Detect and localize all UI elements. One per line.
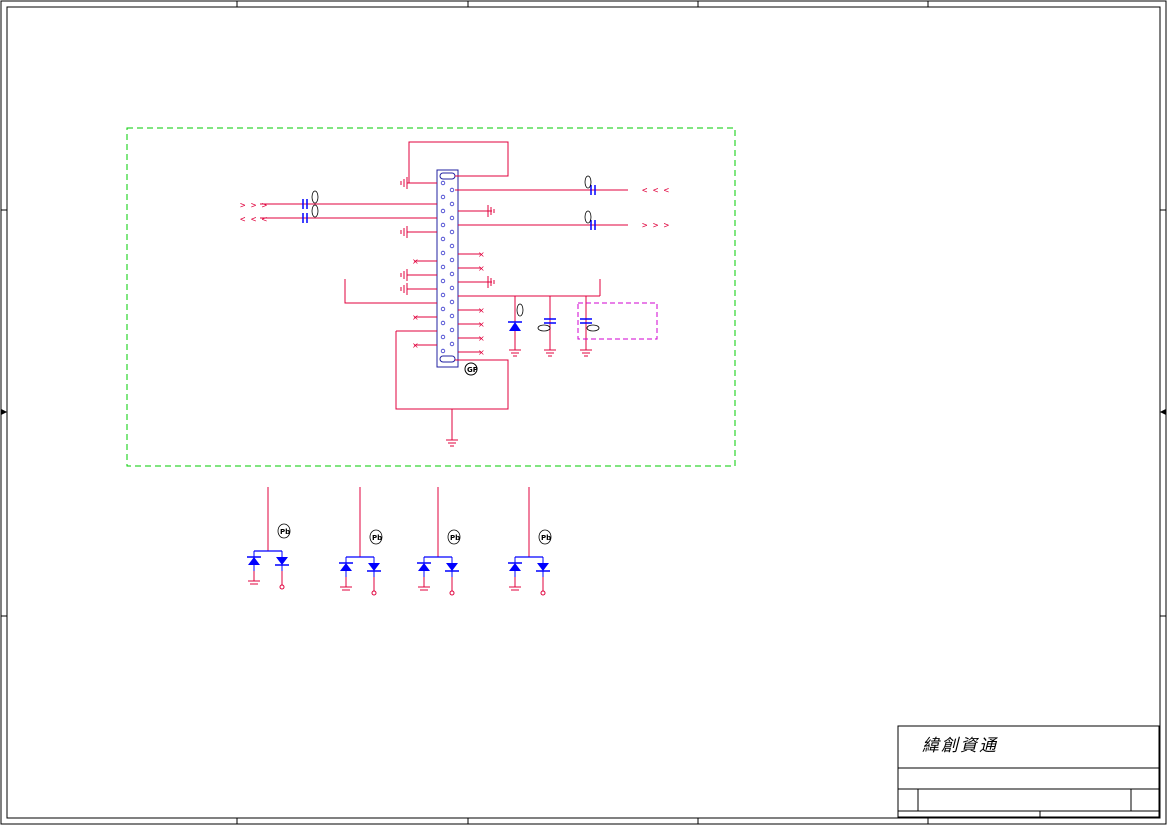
ground-icon	[400, 269, 437, 281]
gp-marker: GP	[464, 362, 478, 376]
connector-pin	[449, 187, 455, 193]
no-connect-mark: ×	[478, 250, 485, 259]
connector-pin	[440, 278, 446, 284]
port-arrow-in-right: > > >	[642, 221, 670, 231]
connector-pin	[440, 194, 446, 200]
ground-icon	[400, 283, 437, 295]
frame-zone-ticks	[1, 1, 1166, 824]
connector-pin	[440, 320, 446, 326]
schematic-sheet: 緯創資通 × × × × × × × × × GP > > > < < < < < < > > …	[0, 0, 1167, 825]
connector-pin	[449, 243, 455, 249]
connector-pin	[440, 222, 446, 228]
connector-pin	[440, 348, 446, 354]
connector-pin	[440, 236, 446, 242]
tvs-diode	[509, 322, 521, 331]
no-connect-mark: ×	[478, 348, 485, 357]
svg-text:Pb: Pb	[372, 534, 382, 542]
no-connect-mark: ×	[478, 334, 485, 343]
port-arrow-in-left: > > >	[240, 201, 268, 211]
connector-pin	[449, 341, 455, 347]
connector-block-boundary	[126, 127, 736, 467]
ground-symbols	[400, 177, 592, 447]
connector-pin	[449, 327, 455, 333]
power-rail-parts	[508, 302, 658, 340]
no-connect-mark: ×	[478, 264, 485, 273]
svg-text:Pb: Pb	[450, 534, 460, 542]
connector-body	[436, 169, 459, 368]
drawing-frame	[0, 0, 1167, 825]
connector-pin	[440, 292, 446, 298]
connector: × × × × × × × × × GP	[412, 169, 485, 376]
esd-diode-pair: Pb	[508, 487, 552, 596]
connector-pin	[449, 257, 455, 263]
no-connect-mark: ×	[478, 320, 485, 329]
optional-part-boundary	[577, 302, 658, 340]
company-name: 緯創資通	[922, 736, 998, 756]
esd-diode-pair: Pb	[339, 487, 383, 596]
svg-text:Pb: Pb	[280, 528, 290, 536]
coupling-capacitors	[302, 185, 596, 230]
connector-pin	[449, 299, 455, 305]
no-connect-mark: ×	[412, 313, 419, 322]
esd-diode-array: Pb Pb Pb Pb	[247, 487, 552, 596]
pb-marker: Pb	[369, 529, 383, 545]
ground-icon	[509, 349, 521, 357]
connector-pin	[449, 271, 455, 277]
svg-text:GP: GP	[467, 366, 478, 374]
connector-mount-tabs	[439, 172, 456, 363]
ground-icon	[544, 349, 556, 357]
connector-pin	[440, 208, 446, 214]
pb-marker: Pb	[447, 529, 461, 545]
connector-pin	[440, 264, 446, 270]
connector-pin	[440, 180, 446, 186]
esd-diode-pair: Pb	[247, 487, 291, 590]
connector-pin	[440, 306, 446, 312]
svg-text:Pb: Pb	[541, 534, 551, 542]
frame-center-arrow-right	[1159, 409, 1166, 415]
connector-pin	[449, 285, 455, 291]
ground-icon	[400, 177, 437, 189]
connector-pin	[449, 201, 455, 207]
ground-icon	[400, 226, 437, 238]
connector-pin	[440, 250, 446, 256]
connector-pin	[449, 313, 455, 319]
no-connect-mark: ×	[412, 341, 419, 350]
no-connect-mark: ×	[412, 257, 419, 266]
ground-icon	[446, 439, 458, 447]
connector-pin	[449, 215, 455, 221]
connector-wiring	[260, 141, 628, 440]
connector-pin	[449, 229, 455, 235]
connector-pin	[440, 334, 446, 340]
esd-diode-pair: Pb	[417, 487, 461, 596]
pb-marker: Pb	[538, 529, 552, 545]
ground-icon	[580, 349, 592, 357]
frame-center-arrow-left	[1, 409, 8, 415]
port-arrow-out-right: < < <	[642, 186, 670, 196]
port-arrow-out-left: < < <	[240, 215, 268, 225]
pb-marker: Pb	[277, 523, 291, 539]
no-connect-mark: ×	[478, 306, 485, 315]
